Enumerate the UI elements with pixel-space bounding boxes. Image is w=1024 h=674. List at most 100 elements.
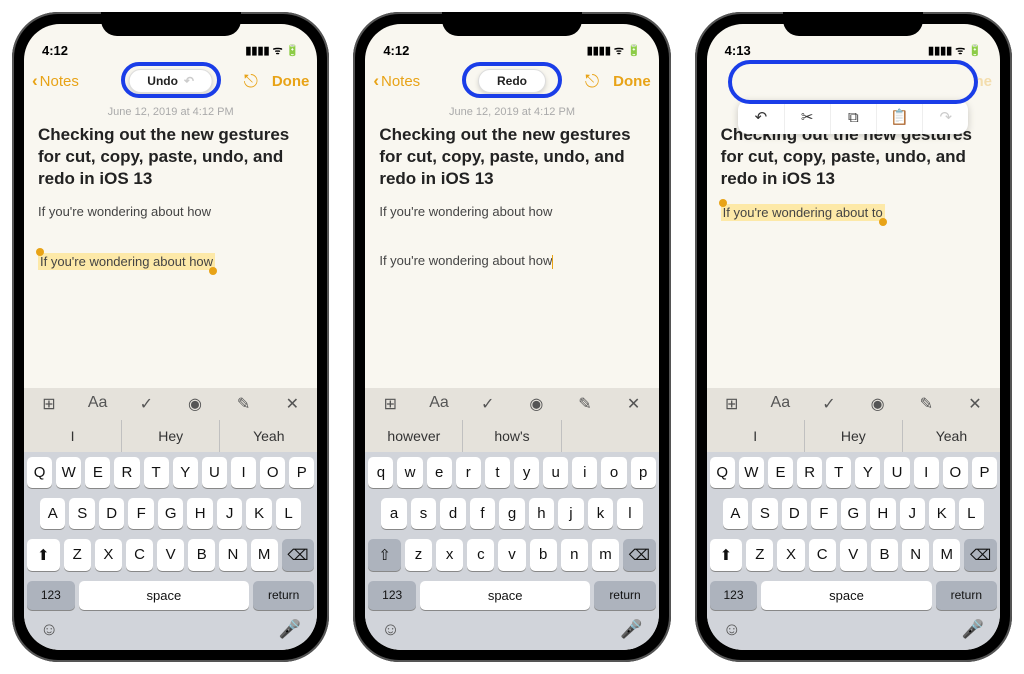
key[interactable]: M <box>933 539 960 571</box>
key[interactable]: Q <box>710 457 735 488</box>
markup-icon[interactable]: ✎ <box>229 394 259 414</box>
key[interactable]: G <box>158 498 183 529</box>
note-content[interactable]: Checking out the new gestures for cut, c… <box>365 122 658 388</box>
note-content[interactable]: Checking out the new gestures for cut, c… <box>707 122 1000 388</box>
undo-button[interactable]: ↶ <box>738 100 784 134</box>
done-button[interactable]: Done <box>613 73 651 90</box>
space-key[interactable]: space <box>420 581 590 610</box>
copy-button[interactable]: ⧉ <box>831 100 877 134</box>
key[interactable]: U <box>202 457 227 488</box>
key[interactable]: H <box>870 498 895 529</box>
numbers-key[interactable]: 123 <box>27 581 75 610</box>
key[interactable]: J <box>900 498 925 529</box>
key[interactable]: I <box>231 457 256 488</box>
mic-icon[interactable]: 🎤 <box>279 619 301 640</box>
key[interactable]: q <box>368 457 393 488</box>
key[interactable]: g <box>499 498 524 529</box>
key[interactable]: Z <box>746 539 773 571</box>
return-key[interactable]: return <box>936 581 997 610</box>
return-key[interactable]: return <box>253 581 314 610</box>
key[interactable]: A <box>40 498 65 529</box>
key[interactable]: Y <box>855 457 880 488</box>
key[interactable]: X <box>777 539 804 571</box>
format-icon[interactable]: Aa <box>765 394 795 414</box>
redo-button[interactable]: ↷ <box>923 100 968 134</box>
key[interactable]: y <box>514 457 539 488</box>
key[interactable]: G <box>841 498 866 529</box>
table-icon[interactable]: ⊞ <box>717 394 747 414</box>
key[interactable]: R <box>797 457 822 488</box>
key[interactable]: F <box>811 498 836 529</box>
key[interactable]: b <box>530 539 557 571</box>
key[interactable]: x <box>436 539 463 571</box>
paste-button[interactable]: 📋 <box>877 100 923 134</box>
space-key[interactable]: space <box>761 581 931 610</box>
space-key[interactable]: space <box>79 581 249 610</box>
key[interactable]: n <box>561 539 588 571</box>
selected-text[interactable]: If you're wondering about to <box>721 204 986 221</box>
suggestion[interactable]: how's <box>463 420 561 452</box>
home-bar[interactable] <box>457 654 567 658</box>
back-button[interactable]: ‹Notes <box>373 71 420 91</box>
done-button[interactable]: Done <box>272 73 310 90</box>
shift-key[interactable]: ⬆︎ <box>710 539 743 571</box>
format-icon[interactable]: Aa <box>424 394 454 414</box>
key[interactable]: V <box>157 539 184 571</box>
numbers-key[interactable]: 123 <box>368 581 416 610</box>
cut-button[interactable]: ✂︎ <box>785 100 831 134</box>
numbers-key[interactable]: 123 <box>710 581 758 610</box>
key[interactable]: c <box>467 539 494 571</box>
shift-key[interactable]: ⇧ <box>368 539 401 571</box>
close-icon[interactable]: ✕ <box>277 394 307 414</box>
key[interactable]: W <box>56 457 81 488</box>
suggestion[interactable]: however <box>365 420 463 452</box>
key[interactable]: D <box>99 498 124 529</box>
undo-pill[interactable]: Undo↶ <box>128 69 213 93</box>
key[interactable]: L <box>276 498 301 529</box>
key[interactable]: p <box>631 457 656 488</box>
suggestion[interactable]: Yeah <box>220 420 317 452</box>
checklist-icon[interactable]: ✓ <box>814 394 844 414</box>
checklist-icon[interactable]: ✓ <box>473 394 503 414</box>
key[interactable]: V <box>840 539 867 571</box>
backspace-key[interactable]: ⌫ <box>964 539 997 571</box>
format-icon[interactable]: Aa <box>83 394 113 414</box>
markup-icon[interactable]: ✎ <box>911 394 941 414</box>
key[interactable]: u <box>543 457 568 488</box>
key[interactable]: T <box>826 457 851 488</box>
backspace-key[interactable]: ⌫ <box>623 539 656 571</box>
camera-icon[interactable]: ◉ <box>180 394 210 414</box>
key[interactable]: h <box>529 498 554 529</box>
key[interactable]: l <box>617 498 642 529</box>
key[interactable]: Y <box>173 457 198 488</box>
close-icon[interactable]: ✕ <box>960 394 990 414</box>
key[interactable]: d <box>440 498 465 529</box>
key[interactable]: P <box>289 457 314 488</box>
selection-handle-end[interactable] <box>209 267 217 275</box>
key[interactable]: B <box>188 539 215 571</box>
key[interactable]: F <box>128 498 153 529</box>
key[interactable]: w <box>397 457 422 488</box>
key[interactable]: E <box>85 457 110 488</box>
key[interactable]: S <box>752 498 777 529</box>
key[interactable]: e <box>427 457 452 488</box>
key[interactable]: N <box>902 539 929 571</box>
key[interactable]: E <box>768 457 793 488</box>
redo-pill[interactable]: Redo <box>478 69 546 93</box>
key[interactable]: A <box>723 498 748 529</box>
suggestion[interactable]: I <box>24 420 122 452</box>
emoji-icon[interactable]: ☺ <box>723 619 741 640</box>
key[interactable]: J <box>217 498 242 529</box>
key[interactable]: R <box>114 457 139 488</box>
key[interactable]: B <box>871 539 898 571</box>
mic-icon[interactable]: 🎤 <box>620 619 642 640</box>
key[interactable]: K <box>246 498 271 529</box>
key[interactable]: C <box>809 539 836 571</box>
share-icon[interactable]: ⎋ <box>585 71 599 92</box>
emoji-icon[interactable]: ☺ <box>381 619 399 640</box>
key[interactable]: W <box>739 457 764 488</box>
key[interactable]: i <box>572 457 597 488</box>
checklist-icon[interactable]: ✓ <box>131 394 161 414</box>
key[interactable]: o <box>601 457 626 488</box>
suggestion[interactable]: I <box>707 420 805 452</box>
